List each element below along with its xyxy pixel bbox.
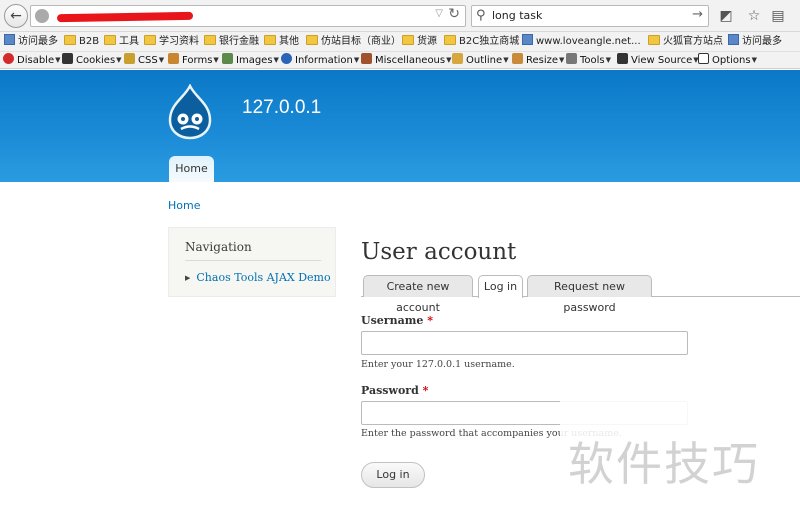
tab-request-password[interactable]: Request new password bbox=[527, 275, 652, 314]
bookmark-item[interactable]: 火狐官方站点 bbox=[648, 34, 723, 50]
tab-create-account[interactable]: Create new account bbox=[363, 275, 473, 314]
devbar-information[interactable]: Information▼ bbox=[281, 53, 359, 68]
required-mark: * bbox=[422, 384, 429, 397]
devbar-miscellaneous[interactable]: Miscellaneous▼ bbox=[361, 53, 452, 68]
triangle-right-icon: ▶ bbox=[185, 274, 191, 282]
forms-icon bbox=[168, 53, 179, 64]
resize-icon bbox=[512, 53, 523, 64]
information-icon bbox=[281, 53, 292, 64]
password-label: Password * bbox=[361, 384, 429, 397]
tab-home[interactable]: Home bbox=[169, 156, 214, 182]
devbar-outline[interactable]: Outline▼ bbox=[452, 53, 509, 68]
page-icon bbox=[4, 34, 15, 45]
drupal-logo-icon[interactable] bbox=[166, 84, 214, 140]
bookmark-item[interactable]: 访问最多 bbox=[728, 34, 782, 50]
devbar-cookies[interactable]: Cookies▼ bbox=[62, 53, 122, 68]
site-header: 127.0.0.1 Home bbox=[0, 70, 800, 182]
bookmark-item[interactable]: 学习资料 bbox=[144, 34, 199, 50]
page-icon bbox=[728, 34, 739, 45]
page-title: User account bbox=[361, 239, 517, 265]
search-input[interactable]: long task bbox=[492, 9, 542, 22]
folder-icon bbox=[264, 35, 276, 45]
url-bar[interactable]: ▽ ↻ bbox=[30, 5, 466, 27]
bookmark-item[interactable]: 银行金融 bbox=[204, 34, 259, 50]
bookmarks-menu-icon[interactable]: ▤ bbox=[768, 6, 788, 26]
breadcrumb[interactable]: Home bbox=[168, 199, 200, 212]
devbar-resize[interactable]: Resize▼ bbox=[512, 53, 564, 68]
search-go-arrow-icon[interactable]: → bbox=[692, 7, 703, 22]
search-icon: ⚲ bbox=[476, 8, 486, 23]
devbar-view-source[interactable]: View Source▼ bbox=[617, 53, 699, 68]
reload-icon[interactable]: ↻ bbox=[448, 6, 460, 22]
cookies-icon bbox=[62, 53, 73, 64]
bookmark-item[interactable]: 仿站目标（商业） bbox=[306, 34, 401, 50]
sidebar-title: Navigation bbox=[185, 240, 252, 254]
folder-icon bbox=[402, 35, 414, 45]
sidebar-divider bbox=[185, 260, 321, 261]
devbar-images[interactable]: Images▼ bbox=[222, 53, 279, 68]
globe-icon bbox=[35, 9, 49, 23]
username-label: Username * bbox=[361, 314, 433, 327]
sidebar-navigation-block: Navigation ▶ Chaos Tools AJAX Demo bbox=[168, 227, 336, 297]
dropdown-arrow-icon[interactable]: ▽ bbox=[435, 8, 443, 19]
required-mark: * bbox=[427, 314, 433, 327]
watermark-text: 软件技巧 bbox=[568, 437, 760, 491]
folder-icon bbox=[104, 35, 116, 45]
bookmark-star-icon[interactable]: ☆ bbox=[744, 6, 764, 26]
view-source-icon bbox=[617, 53, 628, 64]
username-description: Enter your 127.0.0.1 username. bbox=[361, 359, 515, 370]
options-icon bbox=[698, 53, 709, 64]
css-icon bbox=[124, 53, 135, 64]
bookmark-item[interactable]: 货源 bbox=[402, 34, 437, 50]
devbar-options[interactable]: Options▼ bbox=[698, 53, 757, 68]
devbar-css[interactable]: CSS▼ bbox=[124, 53, 164, 68]
folder-icon bbox=[204, 35, 216, 45]
browser-nav-bar: ← ▽ ↻ ⚲ long task → ◩ ☆ ▤ bbox=[0, 0, 800, 32]
disable-icon bbox=[3, 53, 14, 64]
page-icon bbox=[522, 34, 533, 45]
devbar-disable[interactable]: Disable▼ bbox=[3, 53, 61, 68]
images-icon bbox=[222, 53, 233, 64]
sidebar-item-chaos-tools[interactable]: ▶ Chaos Tools AJAX Demo bbox=[185, 271, 331, 284]
devbar-tools[interactable]: Tools▼ bbox=[566, 53, 611, 68]
miscellaneous-icon bbox=[361, 53, 372, 64]
devbar-forms[interactable]: Forms▼ bbox=[168, 53, 219, 68]
bookmarks-toolbar: 访问最多 B2B 工具 学习资料 银行金融 其他 仿站目标（商业） 货源 B2C… bbox=[0, 32, 800, 52]
outline-icon bbox=[452, 53, 463, 64]
login-button[interactable]: Log in bbox=[361, 462, 425, 488]
addon-icon[interactable]: ◩ bbox=[716, 6, 736, 26]
redacted-url bbox=[56, 11, 194, 23]
tools-icon bbox=[566, 53, 577, 64]
folder-icon bbox=[444, 35, 456, 45]
web-developer-toolbar: Disable▼ Cookies▼ CSS▼ Forms▼ Images▼ In… bbox=[0, 52, 800, 69]
folder-icon bbox=[648, 35, 660, 45]
folder-icon bbox=[144, 35, 156, 45]
bookmark-item[interactable]: 工具 bbox=[104, 34, 139, 50]
bookmark-item[interactable]: 访问最多 bbox=[4, 34, 58, 50]
username-input[interactable] bbox=[361, 331, 688, 355]
bookmark-item[interactable]: www.loveangle.net... bbox=[522, 34, 641, 50]
folder-icon bbox=[306, 35, 318, 45]
search-bar[interactable]: ⚲ long task → bbox=[471, 5, 709, 27]
back-arrow-icon[interactable]: ← bbox=[4, 4, 28, 28]
bookmark-item[interactable]: B2C独立商城 bbox=[444, 34, 519, 50]
bookmark-item[interactable]: 其他 bbox=[264, 34, 299, 50]
tab-log-in[interactable]: Log in bbox=[478, 275, 523, 298]
folder-icon bbox=[64, 35, 76, 45]
site-name[interactable]: 127.0.0.1 bbox=[242, 97, 321, 119]
bookmark-item[interactable]: B2B bbox=[64, 34, 99, 50]
